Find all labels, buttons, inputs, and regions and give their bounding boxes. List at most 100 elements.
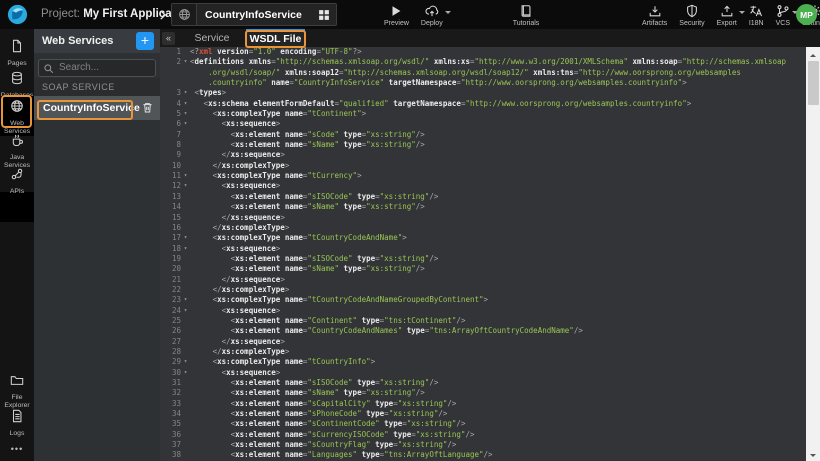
collapse-panel-button[interactable]: « [162,32,175,45]
fold-spacer [181,78,190,88]
add-service-button[interactable]: + [136,32,154,50]
sidebar-item-label: APIs [10,188,24,196]
fold-marker-icon[interactable]: ▾ [181,57,190,67]
fold-marker-icon[interactable]: ▾ [181,306,190,316]
sidebar-item-apis[interactable]: APIs [0,164,34,196]
code-line: .org/wsdl/soap/" xmlns:soap12="http://sc… [160,68,806,78]
code-text: </xs:sequence> [190,337,806,347]
fold-spacer [181,213,190,223]
project-breadcrumb: Project: My First Application [41,0,193,29]
sidebar-item-logs[interactable]: Logs [0,406,34,438]
line-number: 31 [160,378,181,388]
vcs-label: VCS [776,20,790,27]
deploy-button[interactable]: Deploy [415,2,449,28]
line-number: 20 [160,264,181,274]
line-number: 13 [160,192,181,202]
vcs-button[interactable]: VCS [770,2,796,28]
page-icon [10,39,24,58]
code-line: 5▾ <xs:complexType name="tContinent"> [160,109,806,119]
fold-spacer [181,275,190,285]
i18n-button[interactable]: I18N [743,2,770,28]
preview-button[interactable]: Preview [378,2,415,28]
panel-header: Web Services + [34,29,160,53]
fold-marker-icon[interactable]: ▾ [181,368,190,378]
code-line: .countryinfo" name="CountryInfoService" … [160,78,806,88]
globe-icon [172,4,197,25]
code-text: <xs:complexType name="tCountryCodeAndNam… [190,295,806,305]
export-label: Export [717,20,737,27]
wsdl-code-editor[interactable]: 1<?xml version="1.0" encoding="UTF-8"?> 2… [160,47,806,461]
globe-icon [10,99,24,118]
scrollbar-thumb[interactable] [808,61,819,105]
code-line: 16 </xs:complexType> [160,223,806,233]
code-text: <xs:element name="Languages" type="tns:A… [190,450,806,460]
avatar[interactable]: MP [796,4,817,25]
search-input[interactable] [38,59,156,77]
code-text: <xs:element name="sName" type="xs:string… [190,388,806,398]
web-services-panel: Web Services + SOAP SERVICE CountryInfoS… [34,29,160,461]
fold-spacer [181,161,190,171]
code-line: 25 <xs:element name="Continent" type="tn… [160,316,806,326]
fold-marker-icon[interactable]: ▾ [181,119,190,129]
editor-scrollbar[interactable] [806,47,820,461]
code-line: 8 <xs:element name="sName" type="xs:stri… [160,140,806,150]
line-number: 10 [160,161,181,171]
tutorials-button[interactable]: Tutorials [507,2,546,28]
rail-overflow-button[interactable]: ••• [0,444,34,454]
line-number: 16 [160,223,181,233]
scroll-up-icon[interactable] [806,47,820,60]
code-text: <xs:element name="sISOCode" type="xs:str… [190,378,806,388]
code-line: 33 <xs:element name="sCapitalCity" type=… [160,399,806,409]
fold-marker-icon[interactable]: ▾ [181,244,190,254]
code-line: 24▾ <xs:sequence> [160,306,806,316]
line-number: 33 [160,399,181,409]
line-number: 36 [160,430,181,440]
line-number [160,68,181,78]
fold-marker-icon[interactable]: ▾ [181,357,190,367]
chevron-right-icon [157,8,169,20]
line-number: 30 [160,368,181,378]
fold-spacer [181,450,190,460]
trash-icon[interactable] [141,101,154,114]
line-number: 18 [160,244,181,254]
book-icon [519,3,533,18]
fold-marker-icon[interactable]: ▾ [181,295,190,305]
i18n-label: I18N [749,20,764,27]
artifacts-button[interactable]: Artifacts [636,2,673,28]
code-line: 22 </xs:complexType> [160,285,806,295]
code-line: 1<?xml version="1.0" encoding="UTF-8"?> [160,47,806,57]
tab-service-settings[interactable]: Service Settings [178,29,246,47]
project-tab-countryinfoservice[interactable]: CountryInfoService [171,3,337,26]
grid-icon[interactable] [312,9,336,21]
code-text: <xs:element name="sCode" type="xs:string… [190,130,806,140]
caret-down-icon[interactable] [445,11,451,17]
code-line: 12▾ <xs:sequence> [160,181,806,191]
line-number: 37 [160,440,181,450]
fold-marker-icon[interactable]: ▾ [181,109,190,119]
deploy-label: Deploy [421,20,443,27]
security-button[interactable]: Security [673,2,710,28]
code-line: 3▾ <types> [160,88,806,98]
wavemaker-logo-icon[interactable] [6,3,29,26]
sidebar-item-file-explorer[interactable]: File Explorer [0,370,34,410]
code-text: <xs:complexType name="tCountryCodeAndNam… [190,233,806,243]
fold-marker-icon[interactable]: ▾ [181,171,190,181]
sidebar-item-pages[interactable]: Pages [0,36,34,68]
line-number: 12 [160,181,181,191]
fold-spacer [181,285,190,295]
code-text: </xs:sequence> [190,150,806,160]
service-list-item[interactable]: CountryInfoService [34,96,160,120]
fold-spacer [181,130,190,140]
code-text: <xs:sequence> [190,119,806,129]
fold-spacer [181,264,190,274]
export-button[interactable]: Export [711,2,743,28]
fold-spacer [181,430,190,440]
scroll-down-icon[interactable] [806,448,820,461]
code-line: 35 <xs:element name="sContinentCode" typ… [160,419,806,429]
fold-marker-icon[interactable]: ▾ [181,233,190,243]
fold-marker-icon[interactable]: ▾ [181,88,190,98]
tab-wsdl-file[interactable]: WSDL File [246,29,305,47]
line-number: 22 [160,285,181,295]
fold-marker-icon[interactable]: ▾ [181,99,190,109]
fold-marker-icon[interactable]: ▾ [181,181,190,191]
